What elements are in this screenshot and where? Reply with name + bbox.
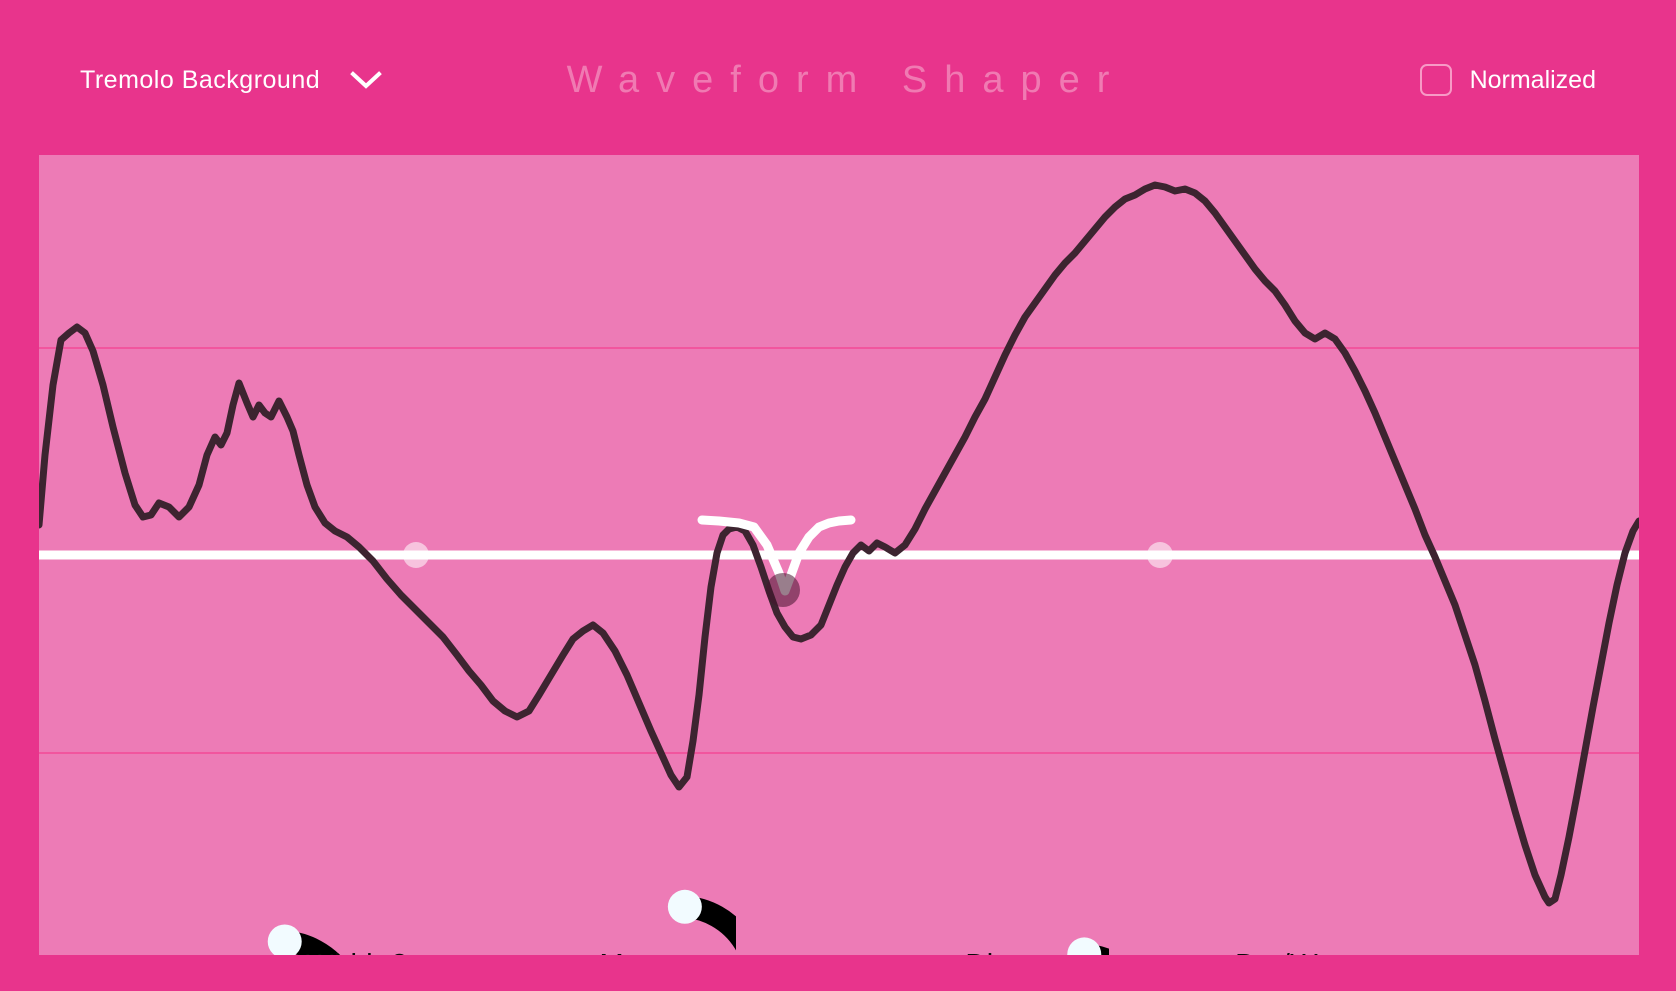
waveform-plot[interactable] <box>39 155 1639 955</box>
waveform-shaper-app: Tremolo Background Waveform Shaper Norma… <box>0 0 1676 991</box>
knob-distort-dial[interactable] <box>909 865 1109 955</box>
center-handle-right[interactable] <box>1147 542 1173 568</box>
knob-move[interactable]: Move <box>536 865 736 955</box>
knob-width-2-dial[interactable] <box>257 865 457 955</box>
knob-width-2-handle[interactable] <box>267 924 302 955</box>
normalized-toggle[interactable]: Normalized <box>1419 56 1596 104</box>
knob-dry-wet[interactable]: Dry/Wet <box>1189 865 1389 956</box>
knob-move-dial[interactable] <box>536 865 736 955</box>
knob-move-handle[interactable] <box>667 889 702 924</box>
waveform-display-panel[interactable]: Width 2 Move Distort Dry/Wet <box>39 155 1639 955</box>
app-header: Tremolo Background Waveform Shaper Norma… <box>0 0 1676 155</box>
normalized-label: Normalized <box>1469 65 1596 94</box>
center-handle-left[interactable] <box>403 542 429 568</box>
knob-distort-handle[interactable] <box>1067 937 1102 955</box>
normalized-checkbox[interactable] <box>1419 64 1452 96</box>
waveform-trace <box>39 181 1639 907</box>
knob-dry-wet-dial[interactable] <box>1189 865 1389 955</box>
shaper-drag-node[interactable] <box>766 573 800 607</box>
knob-width-2[interactable]: Width 2 <box>257 865 457 955</box>
knob-distort[interactable]: Distort <box>909 865 1109 955</box>
